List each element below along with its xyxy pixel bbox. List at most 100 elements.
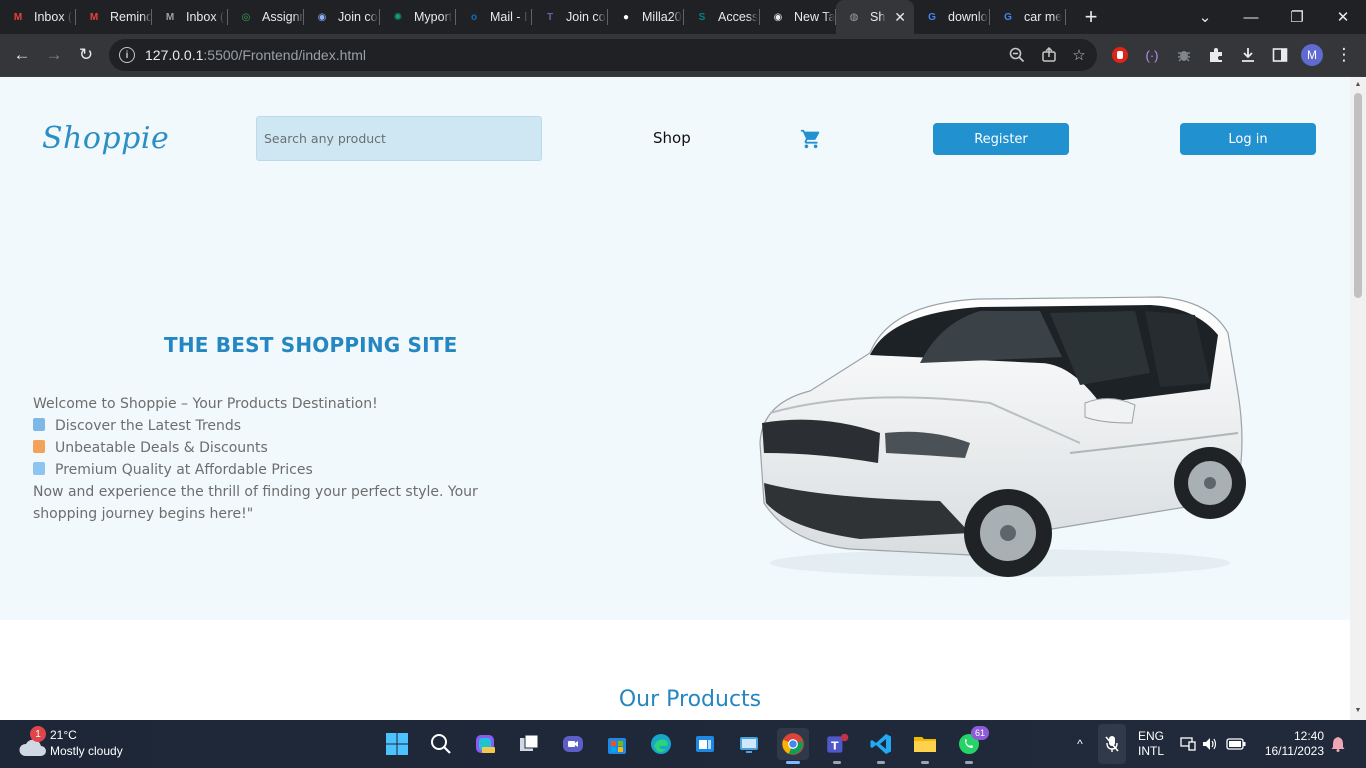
whatsapp-icon[interactable]: 61 <box>953 726 989 764</box>
zoom-icon[interactable] <box>1005 43 1029 67</box>
url-path: :5500/Frontend/index.html <box>203 47 367 63</box>
back-icon[interactable]: ← <box>8 41 36 69</box>
close-window-button[interactable]: ✕ <box>1320 0 1366 34</box>
weather-condition: Mostly cloudy <box>50 744 123 758</box>
browser-tab[interactable]: Gcar me <box>990 0 1066 34</box>
github-icon: ● <box>622 11 630 23</box>
browser-tab[interactable]: ◍ Sh ✕ <box>836 0 914 34</box>
hero-line-text: Now and experience the thrill of finding… <box>33 484 478 522</box>
weather-widget[interactable]: 1 21°C Mostly cloudy <box>16 726 156 762</box>
hero-line: Unbeatable Deals & Discounts <box>33 437 503 459</box>
tab-search-icon[interactable]: ⌄ <box>1182 0 1228 34</box>
scroll-down-arrow-icon[interactable]: ▼ <box>1354 707 1362 715</box>
vscode-icon[interactable] <box>865 728 897 764</box>
site-info-icon[interactable]: i <box>119 47 135 63</box>
weather-temperature: 21°C <box>50 728 77 742</box>
browser-tab[interactable]: ◉ Join co <box>304 0 380 34</box>
browser-tab[interactable]: M Remind <box>76 0 152 34</box>
browser-tab[interactable]: Gdownlo <box>914 0 990 34</box>
bookmark-star-icon[interactable]: ☆ <box>1067 43 1091 67</box>
download-icon[interactable] <box>1234 41 1262 69</box>
clock-time: 12:40 <box>1293 729 1324 743</box>
new-tab-button[interactable]: + <box>1074 0 1108 34</box>
tab-title: car me <box>1024 10 1063 24</box>
windows-taskbar: 1 21°C Mostly cloudy T 61 ^ ENG INTL 12:… <box>0 720 1366 768</box>
url-host: 127.0.0.1 <box>145 47 204 63</box>
chrome-taskbar-icon[interactable] <box>777 728 809 764</box>
scroll-up-arrow-icon[interactable]: ▲ <box>1354 81 1362 89</box>
page-scrollbar[interactable]: ▲ ▼ <box>1350 77 1366 720</box>
car-image <box>759 296 1246 577</box>
extension-adblock-icon[interactable] <box>1106 41 1134 69</box>
site-logo[interactable]: Shoppie <box>42 121 169 156</box>
browser-tab[interactable]: ◉ New Ta <box>760 0 836 34</box>
running-indicator <box>921 761 929 764</box>
profile-avatar[interactable]: M <box>1298 41 1326 69</box>
input-language[interactable]: ENG INTL <box>1138 729 1164 759</box>
search-icon[interactable] <box>425 728 457 760</box>
gmail-icon: M <box>13 11 23 23</box>
tray-overflow-icon[interactable]: ^ <box>1068 720 1092 768</box>
scroll-thumb[interactable] <box>1354 93 1362 298</box>
browser-menu-icon[interactable]: ⋮ <box>1330 41 1358 69</box>
news-app-icon[interactable] <box>689 728 721 760</box>
share-icon[interactable] <box>1037 43 1061 67</box>
meet-now-icon[interactable] <box>557 728 589 760</box>
browser-tab[interactable]: o Mail - I <box>456 0 532 34</box>
extensions-puzzle-icon[interactable] <box>1202 41 1230 69</box>
copilot-icon: ◎ <box>241 11 251 23</box>
login-button[interactable]: Log in <box>1180 123 1316 155</box>
tab-title: Join co <box>338 10 378 24</box>
copilot-preview-icon[interactable] <box>469 728 501 760</box>
hero-line-text: Welcome to Shoppie – Your Products Desti… <box>33 396 378 412</box>
outlook-icon: o <box>470 11 478 23</box>
nav-shop-link[interactable]: Shop <box>653 129 691 147</box>
reload-icon[interactable]: ↻ <box>72 41 100 69</box>
start-button[interactable] <box>381 728 413 760</box>
tab-strip: MInbox (MRemindMInbox (◎Assignm◉Join co✺… <box>0 0 1366 34</box>
globe-icon: ◍ <box>849 11 859 23</box>
hero-title: THE BEST SHOPPING SITE <box>164 333 458 357</box>
volume-icon[interactable] <box>1200 720 1220 768</box>
extension-wave-icon[interactable]: (·) <box>1138 41 1166 69</box>
browser-tab[interactable]: M Inbox ( <box>0 0 76 34</box>
mic-muted-icon[interactable] <box>1098 724 1126 764</box>
close-tab-icon[interactable]: ✕ <box>894 9 906 26</box>
remote-desktop-icon[interactable] <box>733 728 765 760</box>
browser-tab[interactable]: M Inbox ( <box>152 0 228 34</box>
hero-line-text: Premium Quality at Affordable Prices <box>55 462 313 478</box>
notification-bell-icon[interactable] <box>1328 720 1348 768</box>
network-icon[interactable] <box>1178 720 1198 768</box>
restore-button[interactable]: ❐ <box>1274 0 1320 34</box>
address-bar[interactable]: i 127.0.0.1:5500/Frontend/index.html ☆ <box>109 39 1097 71</box>
edge-icon[interactable] <box>645 728 677 760</box>
register-button[interactable]: Register <box>933 123 1069 155</box>
task-view-icon[interactable] <box>513 728 545 760</box>
hero-line: Now and experience the thrill of finding… <box>33 481 503 525</box>
extension-bug-icon[interactable] <box>1170 41 1198 69</box>
system-clock[interactable]: 12:40 16/11/2023 <box>1256 729 1324 759</box>
gmail-icon: M <box>89 11 99 23</box>
running-indicator <box>877 761 885 764</box>
browser-tab[interactable]: ◎ Assignm <box>228 0 304 34</box>
emoji-icon <box>33 462 45 475</box>
teams-icon: T <box>546 11 554 23</box>
cart-icon[interactable] <box>800 128 822 150</box>
tab-title: Inbox ( <box>34 10 73 24</box>
browser-tab[interactable]: ✺ Myport <box>380 0 456 34</box>
weather-badge: 1 <box>30 726 46 742</box>
google-icon: G <box>928 11 936 23</box>
search-input[interactable] <box>256 116 542 161</box>
tab-title: Milla20 <box>642 10 682 24</box>
browser-tab[interactable]: S Access <box>684 0 760 34</box>
hero-line-text: Discover the Latest Trends <box>55 418 242 434</box>
microsoft-store-icon[interactable] <box>601 728 633 760</box>
battery-icon[interactable] <box>1224 720 1248 768</box>
file-explorer-icon[interactable] <box>909 728 941 764</box>
minimize-button[interactable]: — <box>1228 0 1274 34</box>
browser-tab[interactable]: ● Milla20 <box>608 0 684 34</box>
forward-icon[interactable]: → <box>40 41 68 69</box>
browser-tab[interactable]: T Join co <box>532 0 608 34</box>
teams-taskbar-icon[interactable]: T <box>821 728 853 764</box>
side-panel-icon[interactable] <box>1266 41 1294 69</box>
